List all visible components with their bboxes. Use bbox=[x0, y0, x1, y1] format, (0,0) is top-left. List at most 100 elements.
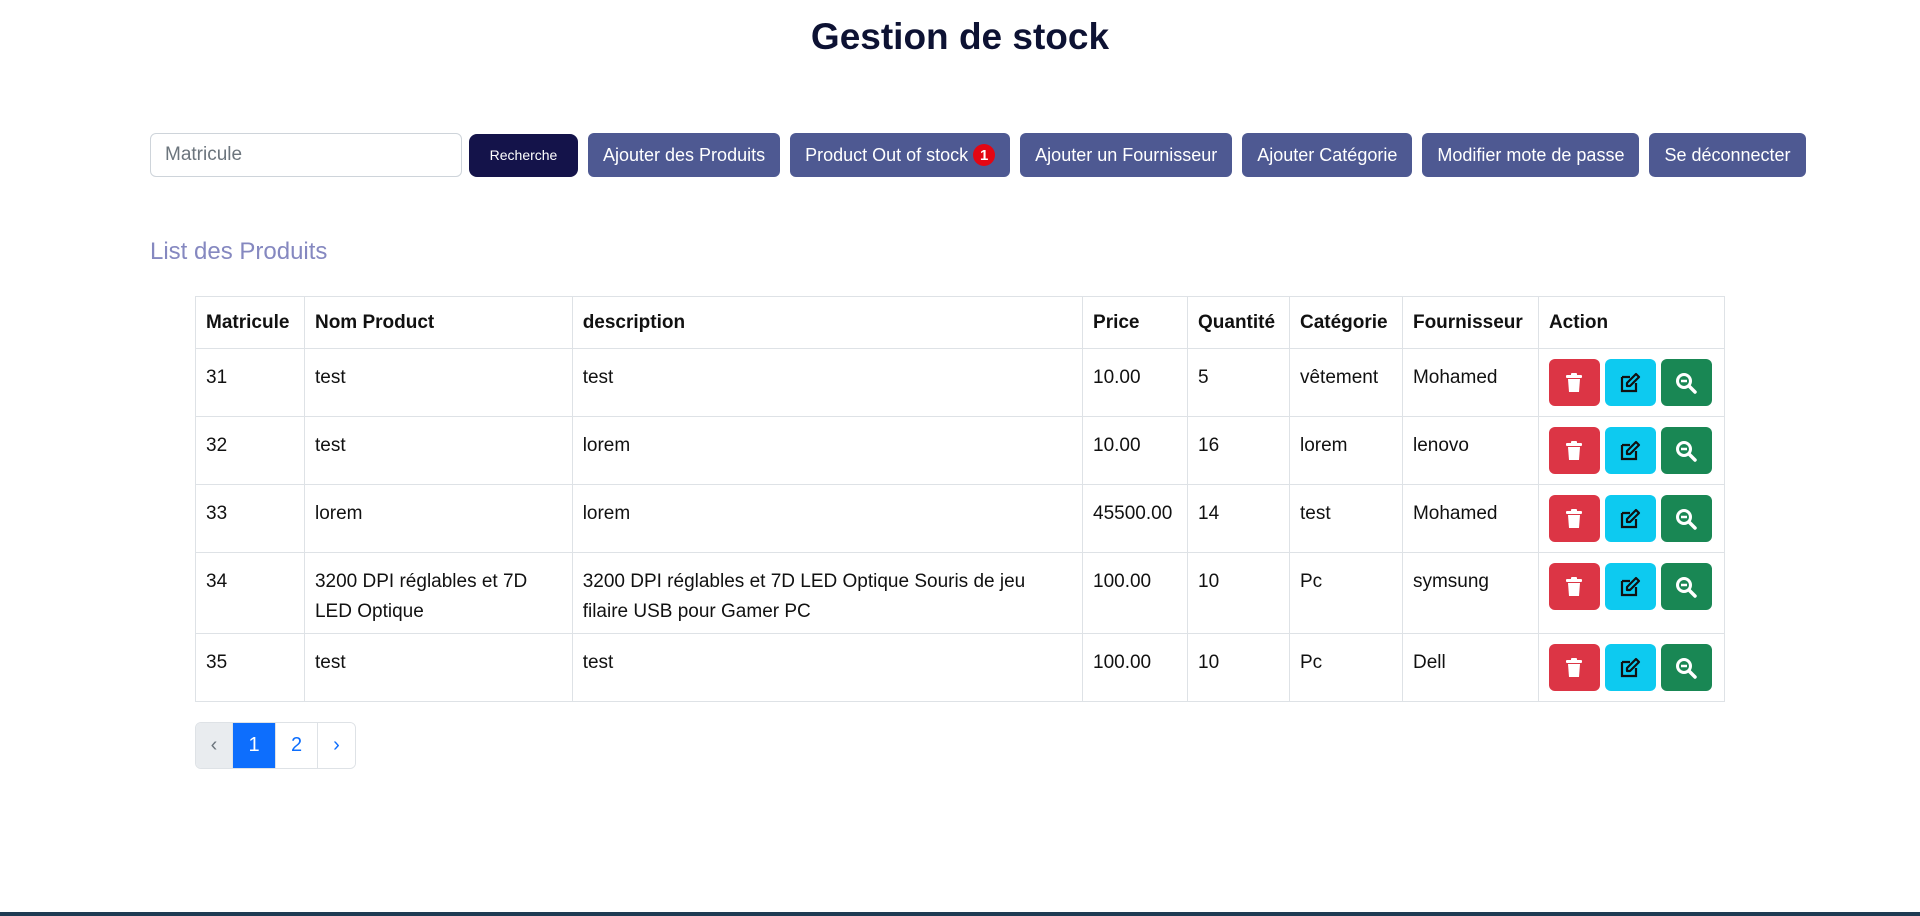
edit-icon bbox=[1621, 508, 1641, 528]
add-products-button[interactable]: Ajouter des Produits bbox=[588, 133, 781, 177]
cell-action bbox=[1537, 348, 1726, 417]
cell-quantite: 5 bbox=[1187, 348, 1290, 417]
add-supplier-button[interactable]: Ajouter un Fournisseur bbox=[1020, 133, 1233, 177]
delete-button[interactable] bbox=[1548, 359, 1600, 406]
cell-categorie: Pc bbox=[1288, 552, 1403, 634]
row-actions bbox=[1548, 495, 1714, 542]
cell-matricule: 33 bbox=[195, 484, 305, 553]
search-button[interactable]: Recherche bbox=[469, 133, 578, 177]
cell-description: test bbox=[571, 348, 1084, 417]
search-input[interactable] bbox=[150, 133, 462, 177]
cell-quantite: 14 bbox=[1187, 484, 1290, 553]
pagination-page-1[interactable]: 1 bbox=[233, 723, 276, 768]
pagination: ‹ 1 2 › bbox=[195, 722, 356, 769]
delete-button[interactable] bbox=[1548, 644, 1600, 691]
cell-categorie: lorem bbox=[1288, 416, 1403, 485]
cell-categorie: test bbox=[1288, 484, 1403, 553]
cell-nom-product: test bbox=[303, 348, 573, 417]
trash-icon bbox=[1566, 576, 1583, 596]
table-row: 34 3200 DPI réglables et 7D LED Optique … bbox=[195, 552, 1726, 634]
trash-icon bbox=[1566, 508, 1583, 528]
section-title: List des Produits bbox=[150, 238, 328, 265]
cell-matricule: 34 bbox=[195, 552, 305, 634]
zoom-icon bbox=[1676, 440, 1698, 462]
edit-button[interactable] bbox=[1604, 644, 1656, 691]
edit-button[interactable] bbox=[1604, 563, 1656, 610]
edit-icon bbox=[1621, 576, 1641, 596]
cell-description: test bbox=[571, 633, 1084, 702]
header-action: Action bbox=[1537, 296, 1726, 349]
trash-icon bbox=[1566, 440, 1583, 460]
out-of-stock-badge: 1 bbox=[973, 144, 996, 166]
add-category-button[interactable]: Ajouter Catégorie bbox=[1242, 133, 1413, 177]
cell-fournisseur: Mohamed bbox=[1401, 484, 1539, 553]
delete-button[interactable] bbox=[1548, 427, 1600, 474]
cell-quantite: 16 bbox=[1187, 416, 1290, 485]
zoom-icon bbox=[1676, 576, 1698, 598]
table-row: 32 test lorem 10.00 16 lorem lenovo bbox=[195, 416, 1726, 485]
row-actions bbox=[1548, 644, 1714, 691]
cell-quantite: 10 bbox=[1187, 552, 1290, 634]
cell-action bbox=[1537, 484, 1726, 553]
page-title: Gestion de stock bbox=[810, 16, 1110, 57]
cell-nom-product: 3200 DPI réglables et 7D LED Optique bbox=[303, 552, 573, 634]
products-table: Matricule Nom Product description Price … bbox=[195, 296, 1726, 702]
out-of-stock-button[interactable]: Product Out of stock 1 bbox=[790, 133, 1011, 177]
cell-fournisseur: Mohamed bbox=[1401, 348, 1539, 417]
view-button[interactable] bbox=[1660, 427, 1712, 474]
header-matricule: Matricule bbox=[195, 296, 305, 349]
bottom-bar bbox=[0, 912, 1920, 916]
cell-matricule: 35 bbox=[195, 633, 305, 702]
cell-description: 3200 DPI réglables et 7D LED Optique Sou… bbox=[571, 552, 1084, 634]
cell-fournisseur: lenovo bbox=[1401, 416, 1539, 485]
edit-icon bbox=[1621, 440, 1641, 460]
view-button[interactable] bbox=[1660, 359, 1712, 406]
row-actions bbox=[1548, 427, 1714, 474]
page: Gestion de stock Recherche Ajouter des P… bbox=[0, 0, 1920, 916]
cell-price: 100.00 bbox=[1082, 552, 1188, 634]
zoom-icon bbox=[1676, 372, 1698, 394]
edit-icon bbox=[1621, 657, 1641, 677]
header-price: Price bbox=[1082, 296, 1188, 349]
cell-matricule: 32 bbox=[195, 416, 305, 485]
cell-categorie: Pc bbox=[1288, 633, 1403, 702]
edit-button[interactable] bbox=[1604, 495, 1656, 542]
table-header-row: Matricule Nom Product description Price … bbox=[195, 296, 1726, 349]
cell-matricule: 31 bbox=[195, 348, 305, 417]
header-categorie: Catégorie bbox=[1288, 296, 1403, 349]
table-row: 31 test test 10.00 5 vêtement Mohamed bbox=[195, 348, 1726, 417]
edit-button[interactable] bbox=[1604, 359, 1656, 406]
pagination-page-2[interactable]: 2 bbox=[276, 723, 318, 768]
cell-description: lorem bbox=[571, 484, 1084, 553]
logout-button[interactable]: Se déconnecter bbox=[1649, 133, 1806, 177]
trash-icon bbox=[1566, 657, 1583, 677]
delete-button[interactable] bbox=[1548, 495, 1600, 542]
edit-button[interactable] bbox=[1604, 427, 1656, 474]
header-quantite: Quantité bbox=[1187, 296, 1290, 349]
cell-price: 10.00 bbox=[1082, 416, 1188, 485]
view-button[interactable] bbox=[1660, 495, 1712, 542]
view-button[interactable] bbox=[1660, 563, 1712, 610]
change-password-button[interactable]: Modifier mote de passe bbox=[1422, 133, 1640, 177]
cell-quantite: 10 bbox=[1187, 633, 1290, 702]
view-button[interactable] bbox=[1660, 644, 1712, 691]
table-row: 33 lorem lorem 45500.00 14 test Mohamed bbox=[195, 484, 1726, 553]
zoom-icon bbox=[1676, 508, 1698, 530]
header-nom-product: Nom Product bbox=[303, 296, 573, 349]
cell-action bbox=[1537, 552, 1726, 634]
pagination-prev[interactable]: ‹ bbox=[196, 723, 233, 768]
cell-nom-product: test bbox=[303, 416, 573, 485]
pagination-next[interactable]: › bbox=[318, 723, 355, 768]
cell-fournisseur: Dell bbox=[1401, 633, 1539, 702]
cell-categorie: vêtement bbox=[1288, 348, 1403, 417]
edit-icon bbox=[1621, 372, 1641, 392]
cell-nom-product: test bbox=[303, 633, 573, 702]
zoom-icon bbox=[1676, 657, 1698, 679]
table-row: 35 test test 100.00 10 Pc Dell bbox=[195, 633, 1726, 702]
delete-button[interactable] bbox=[1548, 563, 1600, 610]
cell-price: 100.00 bbox=[1082, 633, 1188, 702]
cell-action bbox=[1537, 633, 1726, 702]
header-description: description bbox=[571, 296, 1084, 349]
row-actions bbox=[1548, 563, 1714, 610]
cell-price: 10.00 bbox=[1082, 348, 1188, 417]
